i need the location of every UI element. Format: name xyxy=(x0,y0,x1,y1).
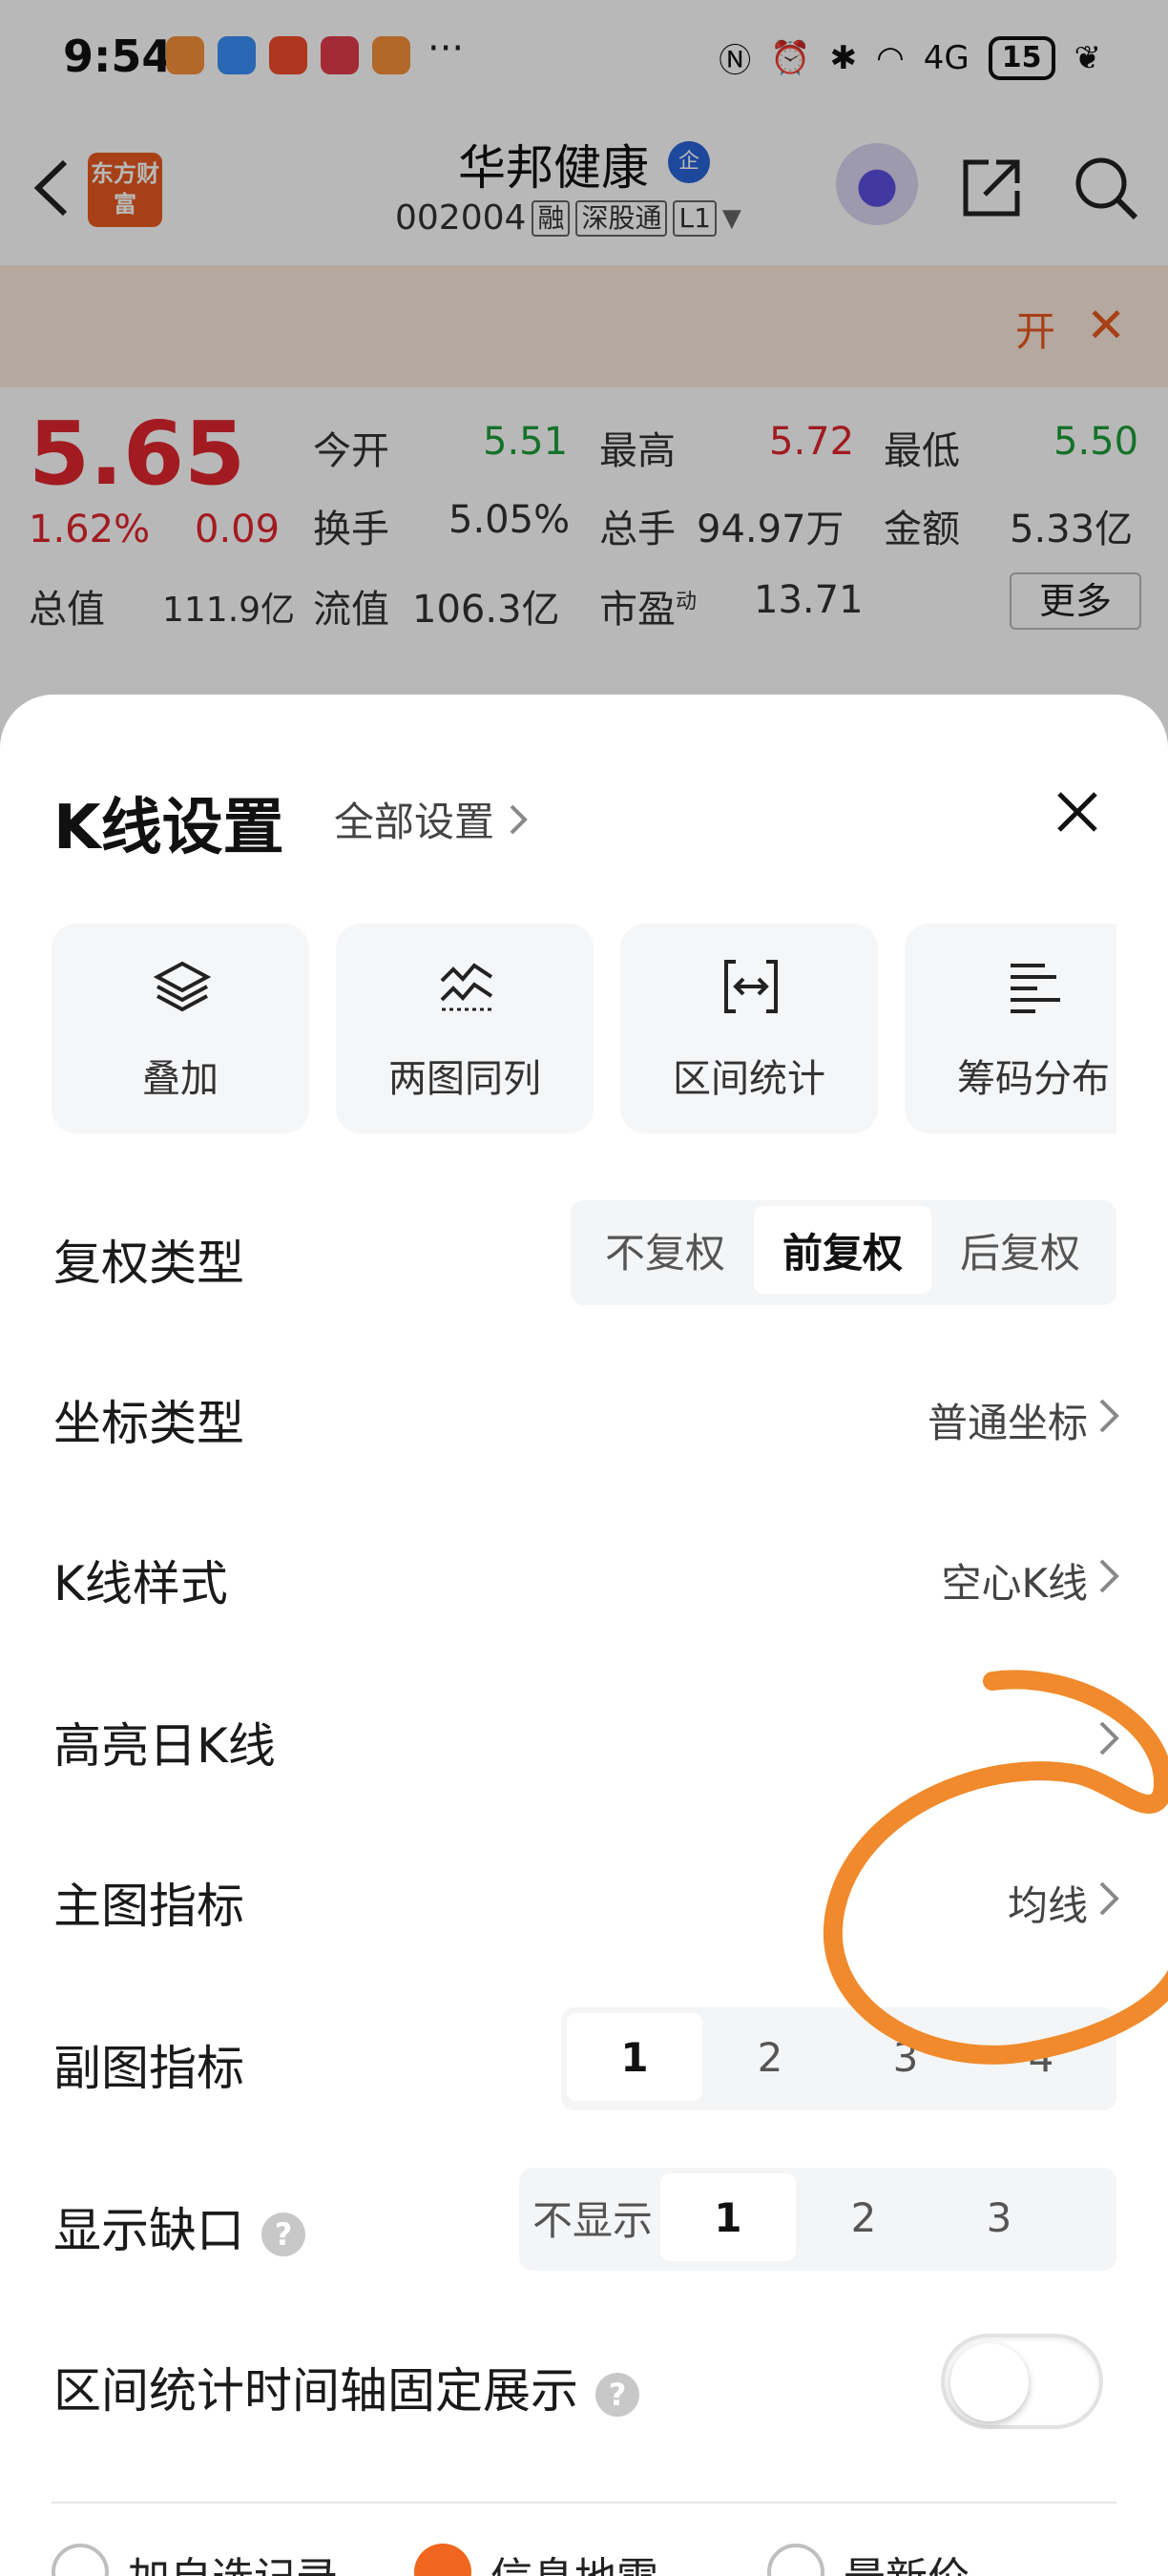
kline-settings-sheet: K线设置 全部设置 叠加 两图同列 区间统计 筹码分布 复权类型 不复权 前复权… xyxy=(0,695,1168,2576)
axis-type-label: 坐标类型 xyxy=(53,1396,244,1451)
chevron-right-icon xyxy=(1099,1881,1119,1916)
radio-info-mine[interactable] xyxy=(414,2544,471,2576)
show-gap-label-text: 显示缺口 xyxy=(53,2203,244,2258)
main-indicator-label: 主图指标 xyxy=(53,1879,244,1934)
adjust-type-segment: 不复权 前复权 后复权 xyxy=(571,1200,1116,1305)
sub-indicator-option-3[interactable]: 3 xyxy=(838,2013,973,2101)
all-settings-link[interactable]: 全部设置 xyxy=(334,790,529,848)
chevron-right-icon xyxy=(510,804,528,834)
radio-latest-price[interactable] xyxy=(767,2544,824,2576)
adjust-none-option[interactable]: 不复权 xyxy=(576,1206,754,1294)
tool-dual-chart[interactable]: 两图同列 xyxy=(336,924,594,1133)
layers-icon xyxy=(154,961,211,1012)
divider xyxy=(52,2502,1116,2503)
gap-hide-option[interactable]: 不显示 xyxy=(525,2173,660,2261)
close-icon[interactable] xyxy=(1053,788,1101,836)
chevron-right-icon xyxy=(1099,1399,1119,1433)
tool-dual-chart-label: 两图同列 xyxy=(388,1057,541,1101)
axis-fixed-label-text: 区间统计时间轴固定展示 xyxy=(53,2363,578,2419)
sub-indicator-option-2[interactable]: 2 xyxy=(702,2013,838,2101)
sub-indicator-label: 副图指标 xyxy=(53,2041,244,2096)
show-gap-label: 显示缺口? xyxy=(53,2192,305,2261)
main-indicator-value: 均线 xyxy=(1007,1882,1088,1929)
dual-chart-icon xyxy=(440,963,493,1011)
bars-icon xyxy=(1011,964,1060,1013)
kline-style-label: K线样式 xyxy=(53,1556,228,1611)
adjust-type-label: 复权类型 xyxy=(53,1236,244,1291)
gap-option-2[interactable]: 2 xyxy=(796,2173,931,2261)
tool-chip-distribution[interactable]: 筹码分布 xyxy=(905,924,1116,1133)
sub-indicator-option-4[interactable]: 4 xyxy=(973,2013,1109,2101)
toggle-knob xyxy=(950,2343,1029,2421)
price-line-options: 加自选记录 信息地雷 最新价 xyxy=(52,2544,1116,2576)
adjust-forward-option[interactable]: 前复权 xyxy=(754,1206,931,1294)
gap-option-3[interactable]: 3 xyxy=(931,2173,1067,2261)
help-icon[interactable]: ? xyxy=(595,2372,639,2417)
sheet-title: K线设置 xyxy=(53,793,284,863)
tool-chip-distribution-label: 筹码分布 xyxy=(957,1057,1110,1101)
axis-type-value: 普通坐标 xyxy=(927,1400,1088,1446)
tool-range-stats[interactable]: 区间统计 xyxy=(620,924,878,1133)
chevron-right-icon xyxy=(1099,1559,1119,1593)
sub-indicator-segment: 1 2 3 4 xyxy=(561,2007,1116,2110)
gap-option-1[interactable]: 1 xyxy=(660,2173,796,2261)
axis-fixed-label: 区间统计时间轴固定展示? xyxy=(53,2353,639,2421)
radio-watchlist-record[interactable] xyxy=(52,2544,109,2576)
tool-overlay[interactable]: 叠加 xyxy=(52,924,309,1133)
help-icon[interactable]: ? xyxy=(261,2212,305,2256)
adjust-backward-option[interactable]: 后复权 xyxy=(931,1206,1109,1294)
sub-indicator-option-1[interactable]: 1 xyxy=(567,2013,702,2101)
axis-fixed-toggle[interactable] xyxy=(941,2334,1103,2429)
highlight-kline-label: 高亮日K线 xyxy=(53,1718,276,1774)
range-icon xyxy=(724,960,778,1013)
all-settings-label: 全部设置 xyxy=(334,799,495,845)
radio-info-mine-label: 信息地雷 xyxy=(490,2544,658,2576)
radio-latest-price-label: 最新价 xyxy=(844,2544,970,2576)
tool-range-stats-label: 区间统计 xyxy=(673,1057,825,1101)
tool-cards: 叠加 两图同列 区间统计 筹码分布 xyxy=(52,924,1116,1135)
show-gap-segment: 不显示 1 2 3 xyxy=(519,2168,1116,2271)
tool-overlay-label: 叠加 xyxy=(142,1057,219,1101)
chevron-right-icon xyxy=(1099,1721,1119,1755)
kline-style-value: 空心K线 xyxy=(941,1560,1088,1607)
radio-watchlist-record-label: 加自选记录 xyxy=(128,2544,338,2576)
